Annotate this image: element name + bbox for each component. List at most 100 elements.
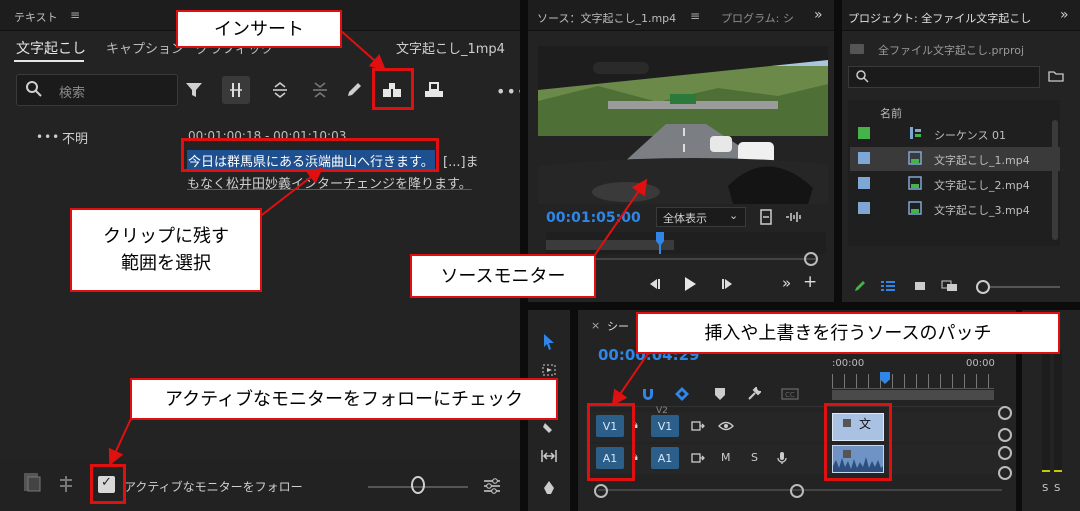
label-color-swatch xyxy=(858,152,870,164)
panel-menu-icon[interactable]: ≡ xyxy=(70,8,80,22)
microphone-icon[interactable] xyxy=(768,444,796,472)
time-ruler[interactable] xyxy=(832,374,994,389)
icon-view-icon[interactable] xyxy=(906,272,934,300)
track-scroll-handle[interactable] xyxy=(998,428,1012,442)
solo-button[interactable]: S xyxy=(751,451,758,464)
separator-vertical-2 xyxy=(834,0,842,302)
project-scrollbar[interactable] xyxy=(1052,120,1058,240)
track-divider xyxy=(586,406,1006,407)
speaker-menu-icon[interactable]: ••• xyxy=(36,130,60,144)
wrench-icon[interactable] xyxy=(740,380,768,408)
step-forward-icon[interactable] xyxy=(714,270,742,298)
slip-tool-icon[interactable] xyxy=(535,442,563,470)
step-back-icon[interactable] xyxy=(640,270,668,298)
meter-bar-right xyxy=(1054,350,1062,472)
column-name-header[interactable]: 名前 xyxy=(880,105,902,121)
follow-monitor-label: アクティブなモニターをフォロー xyxy=(124,480,303,494)
chevron-down-icon: ⌄ xyxy=(729,209,739,222)
mute-button[interactable]: M xyxy=(721,451,731,464)
search-field[interactable]: 検索 xyxy=(16,74,178,106)
search-icon xyxy=(25,80,43,98)
source-tab-menu-icon[interactable]: ≡ xyxy=(690,9,700,23)
quality-icon[interactable] xyxy=(752,203,780,231)
timeline-tab-label[interactable]: シー xyxy=(607,318,629,334)
project-title[interactable]: プロジェクト: 全ファイル文字起こし xyxy=(848,10,1031,26)
callout-insert: インサート xyxy=(176,10,342,48)
zoom-slider-handle[interactable] xyxy=(411,476,425,494)
pen-tool-icon[interactable] xyxy=(535,474,563,502)
highlight-clip xyxy=(824,403,892,481)
transcript-text-line2[interactable]: もなく松井田妙義インターチェンジを降ります。 xyxy=(187,173,472,192)
label-color-swatch xyxy=(858,202,870,214)
filter-icon[interactable] xyxy=(180,76,208,104)
audio-waveform-icon[interactable] xyxy=(780,203,808,231)
transcript-text-rest[interactable]: [...]ま xyxy=(443,151,479,170)
timeline-scroll-handle-mid[interactable] xyxy=(790,484,804,498)
timeline-scroll-handle-left[interactable] xyxy=(594,484,608,498)
target-track-v1[interactable]: V1 xyxy=(651,415,679,437)
pencil-icon[interactable] xyxy=(340,76,368,104)
collapse-icon[interactable] xyxy=(306,76,334,104)
audio-track-row xyxy=(586,444,1006,474)
project-item[interactable]: 文字起こし_1.mp4 xyxy=(850,147,1060,171)
align-icon[interactable] xyxy=(52,470,80,498)
meter-solo-label[interactable]: S xyxy=(1054,483,1060,494)
close-tab-icon[interactable]: × xyxy=(591,319,600,332)
callout-patch: 挿入や上書きを行うソースのパッチ xyxy=(636,312,1060,354)
snap-icon[interactable] xyxy=(634,380,662,408)
project-zoom-handle[interactable] xyxy=(976,280,990,294)
source-zoom-handle-right[interactable] xyxy=(804,252,818,266)
source-timecode[interactable]: 00:01:05:00 xyxy=(546,210,641,226)
road-video-image xyxy=(538,46,828,204)
project-item[interactable]: 文字起こし_2.mp4 xyxy=(850,172,1060,196)
project-item-name: 文字起こし_3.mp4 xyxy=(934,204,1030,217)
linked-selection-icon[interactable] xyxy=(668,380,696,408)
list-view-icon[interactable] xyxy=(874,272,902,300)
settings-sliders-icon[interactable] xyxy=(478,472,506,500)
target-track-a1[interactable]: A1 xyxy=(651,447,679,469)
callout-follow: アクティブなモニターをフォローにチェック xyxy=(130,378,558,420)
ruler-label: :00:00 xyxy=(832,358,865,369)
marker-icon[interactable] xyxy=(706,380,734,408)
tab-program[interactable]: プログラム: シ xyxy=(721,10,794,26)
source-scrub-bar[interactable] xyxy=(546,232,826,254)
more-controls-icon[interactable]: » xyxy=(782,274,791,292)
folder-icon xyxy=(850,44,864,54)
sequence-icon xyxy=(908,126,922,140)
write-icon[interactable] xyxy=(846,272,874,300)
project-item[interactable]: シーケンス 01 xyxy=(850,122,1060,146)
track-scroll-handle[interactable] xyxy=(998,466,1012,480)
label-color-swatch xyxy=(858,127,870,139)
clip-icon xyxy=(908,151,922,165)
add-button-icon[interactable]: + xyxy=(803,272,817,292)
project-search-field[interactable] xyxy=(848,66,1040,88)
speaker-name[interactable]: 不明 xyxy=(62,128,88,147)
selection-tool-icon[interactable] xyxy=(535,328,563,356)
highlight-follow-checkbox xyxy=(90,464,126,504)
tab-transcript-underline xyxy=(14,60,84,62)
text-panel-title[interactable]: テキスト xyxy=(14,9,58,25)
export-icon[interactable] xyxy=(18,468,46,496)
overwrite-icon[interactable] xyxy=(420,76,448,104)
sync-lock-icon[interactable] xyxy=(684,444,712,472)
expand-icon[interactable] xyxy=(266,76,294,104)
tab-captions[interactable]: キャプション xyxy=(106,38,184,57)
freeform-view-icon[interactable] xyxy=(936,272,964,300)
eye-icon[interactable] xyxy=(712,412,740,440)
project-zoom-track[interactable] xyxy=(990,286,1060,288)
project-more-icon[interactable]: » xyxy=(1060,7,1069,23)
tab-source[interactable]: ソース：文字起こし_1.mp4 xyxy=(537,10,676,26)
track-scroll-handle[interactable] xyxy=(998,406,1012,420)
track-scroll-handle[interactable] xyxy=(998,446,1012,460)
new-bin-icon[interactable] xyxy=(1042,62,1070,90)
meter-solo-label[interactable]: S xyxy=(1042,483,1048,494)
captions-icon[interactable]: CC xyxy=(776,380,804,408)
more-panels-icon[interactable]: » xyxy=(814,7,823,23)
play-icon[interactable] xyxy=(676,270,704,298)
project-item[interactable]: 文字起こし_3.mp4 xyxy=(850,197,1060,221)
zoom-select[interactable]: 全体表示 ⌄ xyxy=(656,207,746,227)
sync-icon[interactable] xyxy=(222,76,250,104)
sync-lock-icon[interactable] xyxy=(684,412,712,440)
tab-transcript[interactable]: 文字起こし xyxy=(16,38,86,58)
meter-bar-left xyxy=(1042,350,1050,472)
